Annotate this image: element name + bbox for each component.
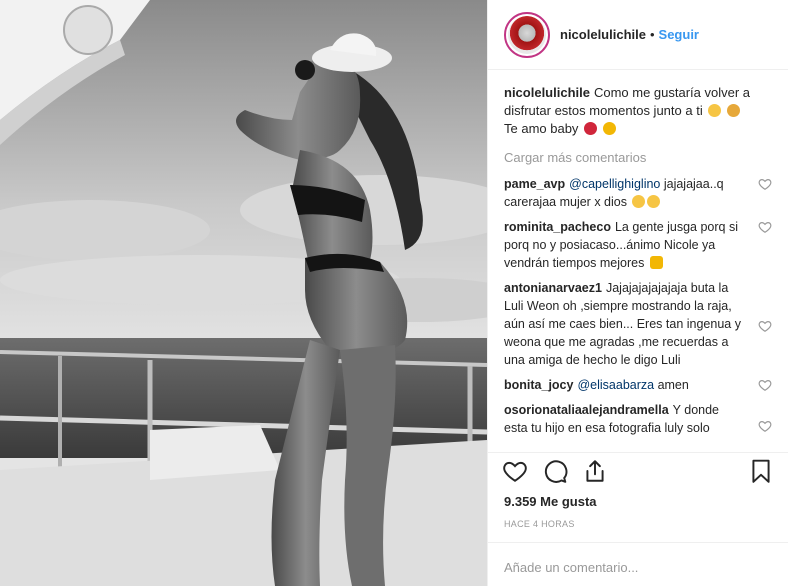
like-comment-heart-icon[interactable] (758, 419, 772, 433)
baby-emoji-icon (708, 104, 722, 117)
likes-count[interactable]: 9.359 Me gusta (504, 494, 597, 509)
comment-username[interactable]: pame_avp (504, 177, 565, 191)
heart-emoji-icon (584, 122, 598, 135)
post-header: nicolelulichile • Seguir (488, 0, 788, 70)
like-comment-heart-icon[interactable] (758, 378, 772, 392)
photo-image (0, 0, 487, 586)
pray-emoji-icon (726, 104, 740, 117)
post-photo[interactable] (0, 0, 487, 586)
like-comment-heart-icon[interactable] (758, 319, 772, 333)
comment-item: rominita_pacheco La gente jusga porq si p… (504, 218, 772, 272)
action-bar (488, 452, 788, 488)
follow-button[interactable]: Seguir (659, 27, 699, 42)
comment-username[interactable]: antonianarvaez1 (504, 281, 602, 295)
comment-item: bonita_jocy @elisaabarza amen (504, 376, 772, 394)
comment-input[interactable] (504, 560, 772, 575)
header-username[interactable]: nicolelulichile (560, 27, 646, 42)
laugh-emoji-icon (632, 195, 646, 208)
instagram-post: nicolelulichile • Seguir nicolelulichile… (0, 0, 788, 586)
avatar[interactable] (504, 11, 550, 58)
laugh-emoji-icon (647, 195, 661, 208)
comment-item: antonianarvaez1 Jajajajajajajaja buta la … (504, 279, 772, 369)
comment-text: amen (654, 378, 689, 392)
add-comment-box (488, 542, 788, 586)
post-sidebar: nicolelulichile • Seguir nicolelulichile… (487, 0, 788, 586)
bookmark-save-icon[interactable] (748, 458, 774, 484)
header-separator: • (649, 27, 655, 42)
comment-username[interactable]: rominita_pacheco (504, 220, 611, 234)
comment-mention[interactable]: @elisaabarza (577, 378, 654, 392)
comment-mention[interactable]: @capellighiglino (569, 177, 660, 191)
like-heart-icon[interactable] (502, 458, 528, 484)
share-icon[interactable] (582, 458, 608, 484)
likes-label: Me gusta (540, 494, 597, 509)
likes-number: 9.359 (504, 494, 537, 509)
like-comment-heart-icon[interactable] (758, 220, 772, 234)
comment-item: osorionataliaalejandramella Y donde esta … (504, 401, 772, 437)
comments-section[interactable]: nicolelulichile Como me gustaría volver a… (488, 70, 788, 450)
post-timestamp[interactable]: HACE 4 HORAS (504, 519, 575, 529)
avatar-image (508, 15, 546, 54)
comment-bubble-icon[interactable] (542, 458, 568, 484)
comment-item: pame_avp @capellighiglino jajajajaa..q ca… (504, 175, 772, 211)
post-caption: nicolelulichile Como me gustaría volver a… (504, 84, 772, 138)
caption-username[interactable]: nicolelulichile (504, 85, 590, 100)
comment-username[interactable]: bonita_jocy (504, 378, 573, 392)
like-comment-heart-icon[interactable] (758, 177, 772, 191)
flex-emoji-icon (649, 256, 663, 269)
caption-text-2: Te amo baby (504, 121, 579, 136)
load-more-comments-button[interactable]: Cargar más comentarios (504, 150, 772, 165)
sparkle-emoji-icon (602, 122, 616, 135)
comment-username[interactable]: osorionataliaalejandramella (504, 403, 669, 417)
